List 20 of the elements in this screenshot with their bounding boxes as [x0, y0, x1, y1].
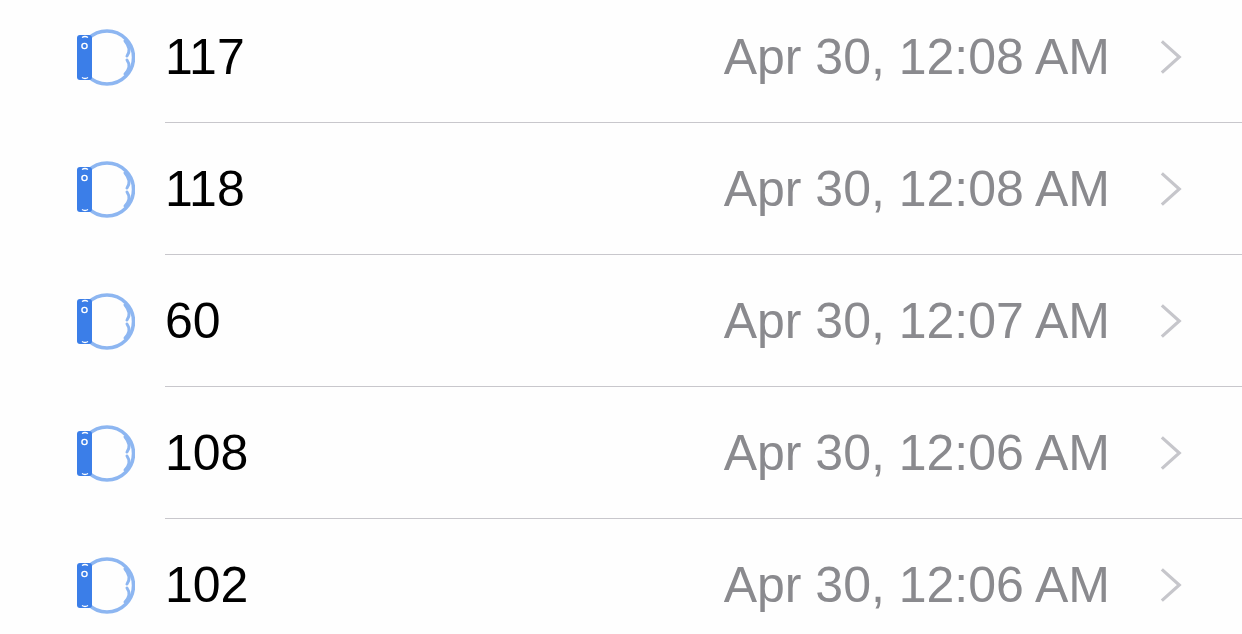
watch-icon: [77, 28, 135, 86]
timestamp: Apr 30, 12:07 AM: [723, 291, 1110, 350]
chevron-icon[interactable]: [1160, 567, 1182, 603]
chevron-icon[interactable]: [1160, 434, 1182, 471]
watch-icon: [77, 292, 135, 350]
reading-value: 117: [165, 28, 246, 86]
reading-value: 108: [165, 423, 250, 482]
timestamp: Apr 30, 12:06 AM: [723, 556, 1110, 614]
watch-icon: [77, 556, 135, 614]
timestamp: Apr 30, 12:06 AM: [723, 423, 1110, 482]
chevron-icon[interactable]: [1160, 170, 1182, 207]
watch-icon: [77, 160, 135, 218]
reading-value: 118: [165, 159, 246, 218]
reading-value: 102: [165, 556, 250, 614]
reading-value: 60: [165, 291, 222, 350]
timestamp: Apr 30, 12:08 AM: [723, 159, 1110, 218]
chevron-icon[interactable]: [1160, 302, 1182, 339]
chevron-icon[interactable]: [1160, 39, 1182, 75]
timestamp: Apr 30, 12:08 AM: [723, 28, 1110, 86]
watch-icon: [77, 424, 135, 482]
